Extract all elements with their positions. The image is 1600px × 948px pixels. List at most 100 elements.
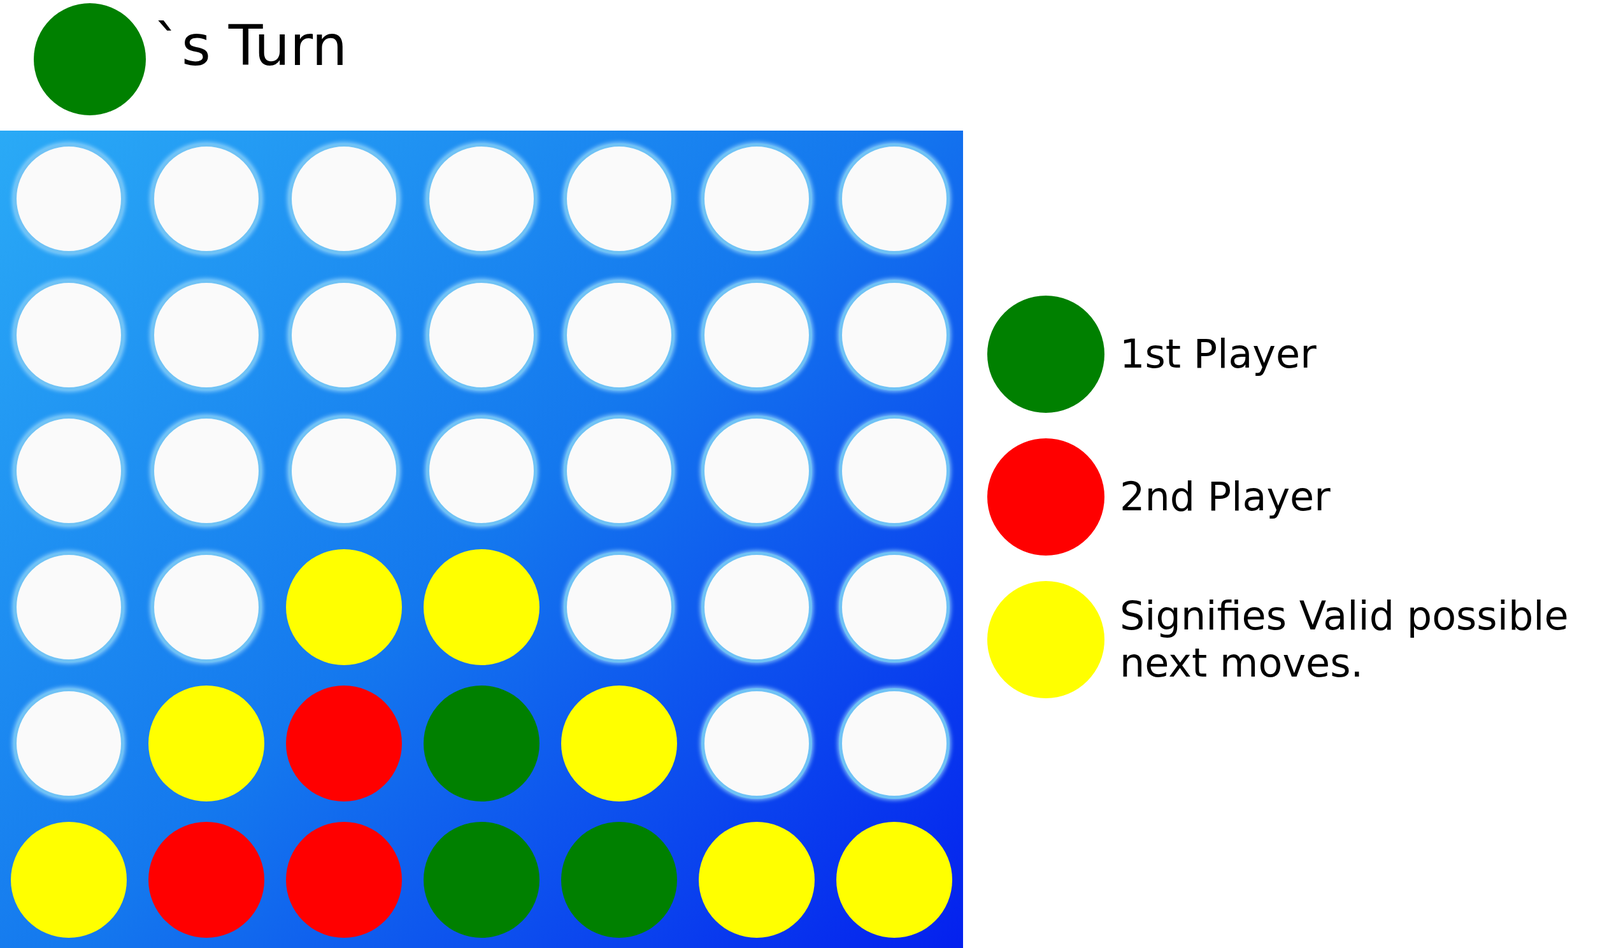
valid-move-marker[interactable] (423, 549, 540, 665)
empty-hole (838, 143, 950, 255)
board-row (0, 403, 964, 540)
board-cell (412, 811, 551, 948)
board-cell (0, 403, 138, 540)
valid-move-marker[interactable] (836, 821, 953, 938)
turn-indicator: `s Turn (0, 0, 1600, 131)
empty-hole (563, 279, 675, 391)
game-piece (285, 685, 402, 802)
empty-hole (150, 143, 262, 255)
empty-hole (150, 279, 262, 391)
board-cell[interactable] (0, 811, 138, 948)
turn-color-icon (33, 3, 146, 116)
board-cell (0, 538, 138, 676)
empty-hole (13, 687, 125, 799)
legend-item: Signifies Valid possible next moves. (987, 580, 1600, 699)
empty-hole (563, 415, 675, 527)
legend-color-icon (987, 580, 1105, 699)
game-board (0, 130, 964, 948)
legend-label: Signifies Valid possible next moves. (1119, 592, 1600, 688)
board-cell (275, 811, 413, 948)
board-cell (412, 675, 551, 812)
board-row (0, 266, 964, 404)
board-cell (550, 403, 688, 540)
board-cell (137, 538, 276, 676)
empty-hole (838, 551, 950, 663)
board-row (0, 811, 964, 948)
empty-hole (426, 143, 537, 255)
main-area: 1st Player 2nd Player Signifies Valid poss… (0, 130, 1600, 948)
empty-hole (838, 279, 950, 391)
board-cell (0, 266, 138, 404)
board-cell (687, 266, 826, 404)
connect-four-screen: `s Turn 1st Player 2nd Player Signifies Val… (0, 0, 1600, 948)
valid-move-marker[interactable] (285, 549, 402, 665)
game-piece (423, 685, 540, 802)
game-piece (148, 821, 265, 938)
legend: 1st Player 2nd Player Signifies Valid poss… (963, 130, 1600, 699)
game-piece (285, 821, 402, 938)
board-cell (0, 130, 138, 267)
legend-color-icon (987, 295, 1105, 413)
empty-hole (288, 415, 400, 527)
empty-hole (838, 687, 950, 799)
game-piece (561, 821, 678, 938)
empty-hole (426, 415, 537, 527)
empty-hole (13, 415, 125, 527)
valid-move-marker[interactable] (148, 685, 265, 802)
board-cell[interactable] (550, 675, 688, 812)
game-piece (423, 821, 540, 938)
board-cell (0, 675, 138, 812)
board-row (0, 675, 964, 812)
board-cell (825, 675, 964, 812)
board-cell (687, 403, 826, 540)
empty-hole (701, 279, 813, 391)
board-cell (825, 130, 964, 267)
board-cell[interactable] (137, 675, 276, 812)
board-cell (275, 266, 413, 404)
empty-hole (288, 279, 400, 391)
empty-hole (701, 551, 813, 663)
empty-hole (13, 143, 125, 255)
board-cell (825, 403, 964, 540)
empty-hole (288, 143, 400, 255)
board-cell (687, 675, 826, 812)
board-cell (275, 130, 413, 267)
empty-hole (563, 143, 675, 255)
legend-label: 1st Player (1119, 330, 1600, 378)
empty-hole (838, 415, 950, 527)
empty-hole (150, 415, 262, 527)
empty-hole (701, 687, 813, 799)
valid-move-marker[interactable] (10, 821, 127, 938)
valid-move-marker[interactable] (561, 685, 678, 802)
turn-label: `s Turn (153, 15, 348, 78)
empty-hole (563, 551, 675, 663)
board-row (0, 538, 964, 676)
legend-item: 2nd Player (987, 438, 1600, 556)
board-cell[interactable] (687, 811, 826, 948)
legend-color-icon (987, 438, 1105, 556)
board-cell (412, 403, 551, 540)
board-row (0, 130, 964, 267)
board-cell[interactable] (412, 538, 551, 676)
board-cell (412, 130, 551, 267)
board-cell (275, 675, 413, 812)
board-cell (412, 266, 551, 404)
board-cell (687, 130, 826, 267)
empty-hole (150, 551, 262, 663)
board-cell (550, 811, 688, 948)
empty-hole (701, 143, 813, 255)
board-cell (550, 538, 688, 676)
legend-item: 1st Player (987, 295, 1600, 413)
valid-move-marker[interactable] (698, 821, 815, 938)
board-cell (687, 538, 826, 676)
board-cell (550, 130, 688, 267)
board-cell (550, 266, 688, 404)
empty-hole (426, 279, 537, 391)
empty-hole (13, 279, 125, 391)
legend-label: 2nd Player (1119, 473, 1600, 521)
board-cell[interactable] (825, 811, 964, 948)
empty-hole (701, 415, 813, 527)
board-cell (275, 403, 413, 540)
board-cell[interactable] (275, 538, 413, 676)
board-cell (825, 266, 964, 404)
